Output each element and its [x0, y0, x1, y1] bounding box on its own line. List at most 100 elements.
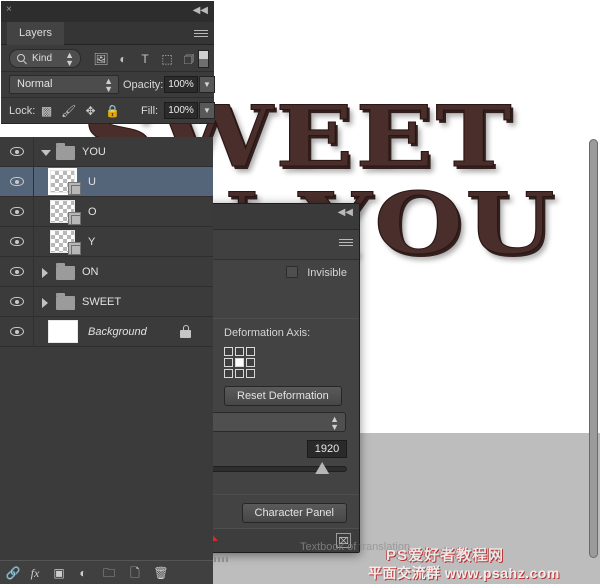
lock-position-icon[interactable]: ✥ [83, 104, 98, 119]
visibility-eye-icon[interactable] [10, 146, 24, 158]
shape-filter-icon[interactable]: ⬚ [159, 51, 175, 67]
layers-blend-row: Normal ▲▼ Opacity: 100% ▼ [1, 72, 214, 98]
3d-layer-badge-icon [68, 212, 81, 225]
tab-layers[interactable]: Layers [7, 22, 64, 45]
layers-panel-footer: 🔗 fx ▣ ◐ 🗀 🗋 🗑 [0, 560, 213, 584]
blend-mode-select[interactable]: Normal ▲▼ [9, 75, 119, 94]
spinner-icon[interactable]: ▲▼ [330, 415, 339, 431]
slider-handle[interactable] [315, 462, 329, 474]
axis-cell-sw[interactable] [224, 369, 233, 378]
visibility-eye-icon[interactable] [10, 206, 24, 218]
lock-icon [180, 325, 191, 338]
layers-filter-row: Kind ▲▼ 🖼 ◐ T ⬚ 🗇 [1, 45, 214, 72]
lock-transparency-icon[interactable]: ▩ [39, 104, 54, 119]
axis-cell-w[interactable] [224, 358, 233, 367]
visibility-eye-icon[interactable] [10, 266, 24, 278]
layer-row[interactable]: SWEET [0, 287, 213, 317]
layers-scrollbar[interactable] [589, 139, 598, 558]
layer-name: SWEET [82, 296, 121, 308]
layers-tab-row: Layers [1, 22, 214, 45]
collapse-icon[interactable]: ◀◀ [193, 5, 208, 16]
new-group-icon[interactable]: 🗀 [100, 565, 118, 581]
layer-row[interactable]: Background [0, 317, 213, 347]
layer-style-icon[interactable]: fx [26, 565, 44, 581]
layer-name: YOU [82, 146, 106, 158]
adjustment-filter-icon[interactable]: ◐ [115, 51, 131, 67]
layer-name: ON [82, 266, 99, 278]
row-divider [33, 227, 34, 257]
visibility-eye-icon[interactable] [10, 236, 24, 248]
row-divider [33, 287, 34, 317]
search-icon [17, 54, 25, 62]
pixels-filter-icon[interactable]: 🖼 [93, 51, 109, 67]
folder-icon [56, 296, 75, 310]
opacity-label: Opacity: [123, 79, 163, 91]
layers-list[interactable]: YOU U O Y ON SWEET Background [0, 137, 213, 560]
3d-layer-badge-icon [68, 242, 81, 255]
spinner-icon[interactable]: ▲▼ [104, 77, 113, 93]
blend-mode-value: Normal [17, 78, 52, 90]
smartobject-filter-icon[interactable]: 🗇 [181, 51, 197, 67]
deformation-axis-label: Deformation Axis: [224, 327, 342, 339]
layer-name: Y [88, 236, 95, 248]
filter-kind-label: Kind [32, 53, 52, 64]
extrusion-depth-value[interactable]: 1920 [307, 440, 347, 458]
layer-row[interactable]: U [0, 167, 213, 197]
axis-cell-ne[interactable] [246, 347, 255, 356]
opacity-value[interactable]: 100% [164, 76, 198, 93]
link-layers-icon[interactable]: 🔗 [4, 565, 22, 581]
fill-value[interactable]: 100% [164, 102, 198, 119]
axis-cell-s[interactable] [235, 369, 244, 378]
layer-mask-icon[interactable]: ▣ [50, 565, 68, 581]
filter-toggle-switch[interactable] [198, 50, 209, 68]
visibility-eye-icon[interactable] [10, 326, 24, 338]
axis-cell-nw[interactable] [224, 347, 233, 356]
scrollbar-thumb[interactable] [589, 139, 598, 558]
collapse-icon[interactable]: ◀◀ [338, 207, 353, 218]
panel-menu-icon[interactable] [194, 30, 208, 39]
character-panel-button[interactable]: Character Panel [242, 503, 348, 523]
opacity-dropdown-icon[interactable]: ▼ [199, 76, 215, 93]
row-divider [33, 137, 34, 167]
close-icon[interactable]: × [6, 5, 12, 15]
adjustment-layer-icon[interactable]: ◐ [74, 565, 92, 581]
row-divider [33, 197, 34, 227]
deformation-axis-widget[interactable] [224, 347, 342, 378]
layer-row[interactable]: O [0, 197, 213, 227]
layer-row[interactable]: ON [0, 257, 213, 287]
invisible-label: Invisible [307, 267, 347, 279]
axis-cell-se[interactable] [246, 369, 255, 378]
folder-icon [56, 146, 75, 160]
chevron-right-icon[interactable] [42, 298, 48, 308]
delete-layer-icon[interactable]: 🗑 [152, 565, 170, 581]
chevron-down-icon[interactable] [41, 150, 51, 161]
visibility-eye-icon[interactable] [10, 296, 24, 308]
layer-name: Background [88, 326, 147, 338]
visibility-eye-icon[interactable] [10, 176, 24, 188]
layers-panel: × ◀◀ Layers Kind ▲▼ 🖼 ◐ T ⬚ 🗇 Normal ▲▼ [0, 0, 215, 317]
filter-kind-select[interactable]: Kind ▲▼ [9, 49, 81, 68]
layer-row[interactable]: YOU [0, 137, 213, 167]
fill-label: Fill: [141, 105, 158, 117]
fill-dropdown-icon[interactable]: ▼ [199, 102, 215, 119]
axis-cell-n[interactable] [235, 347, 244, 356]
layer-name: O [88, 206, 97, 218]
panel-menu-icon[interactable] [339, 239, 353, 248]
layer-row[interactable]: Y [0, 227, 213, 257]
lock-label: Lock: [9, 105, 35, 117]
reset-deformation-button[interactable]: Reset Deformation [224, 386, 342, 406]
layer-name: U [88, 176, 96, 188]
lock-image-icon[interactable]: 🖌 [61, 104, 76, 119]
layer-thumbnail[interactable] [48, 320, 78, 343]
chevron-right-icon[interactable] [42, 268, 48, 278]
lock-all-icon[interactable]: 🔒 [105, 104, 120, 119]
folder-icon [56, 266, 75, 280]
watermark-site-url: 平面交流群 www.psahz.com [368, 563, 560, 583]
spinner-icon[interactable]: ▲▼ [65, 51, 74, 67]
type-filter-icon[interactable]: T [137, 51, 153, 67]
new-layer-icon[interactable]: 🗋 [126, 565, 144, 581]
axis-cell-center[interactable] [235, 358, 244, 367]
axis-cell-e[interactable] [246, 358, 255, 367]
invisible-checkbox[interactable] [286, 266, 298, 278]
row-divider [33, 167, 34, 197]
